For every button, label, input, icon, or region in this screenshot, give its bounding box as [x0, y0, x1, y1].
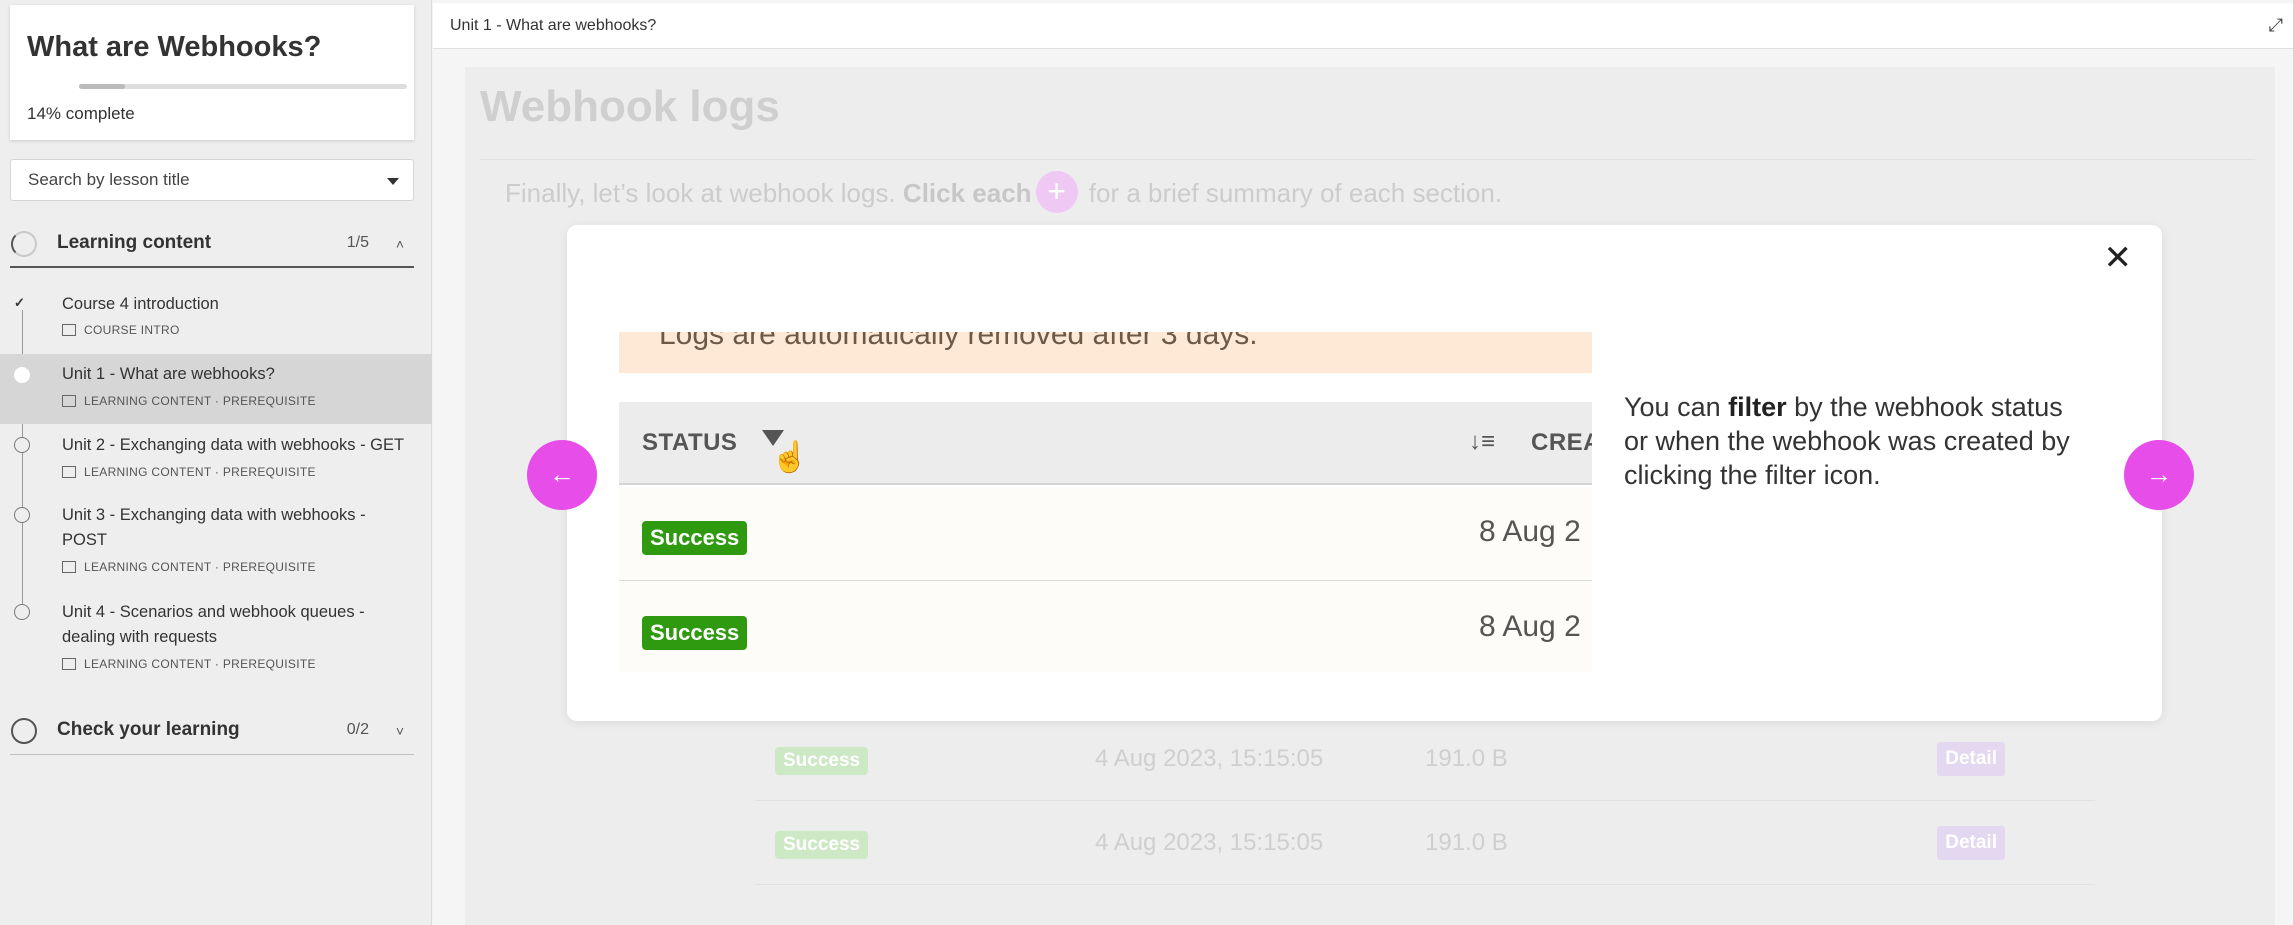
hand-cursor-icon: ☝: [771, 441, 809, 474]
intro-bold: Click each: [902, 177, 1032, 208]
lesson-meta-text: LEARNING CONTENT · PREREQUISITE: [84, 394, 316, 408]
lesson-node-icon: [14, 367, 30, 383]
expand-icon[interactable]: ⤢: [2269, 15, 2283, 36]
lesson-search-select[interactable]: Search by lesson title: [10, 159, 414, 201]
progress-suffix: complete: [61, 104, 135, 123]
row-size: 191.0 B: [1425, 745, 1508, 772]
chevron-up-icon[interactable]: ˄: [396, 236, 404, 252]
notice-text: Logs are automatically removed after 3 d…: [659, 332, 1258, 351]
progress-percent: 14%: [27, 104, 62, 123]
lesson-meta: LEARNING CONTENT · PREREQUISITE: [62, 560, 316, 574]
lesson-meta: LEARNING CONTENT · PREREQUISITE: [62, 657, 316, 671]
row-date: 4 Aug 2023, 15:15:05: [1095, 829, 1324, 856]
modal-description: You can filter by the webhook status or …: [1624, 390, 2084, 492]
caret-down-icon: [387, 178, 399, 185]
course-sidebar: What are Webhooks? 14% complete Search b…: [0, 0, 432, 925]
detail-button[interactable]: Detail: [1937, 742, 2005, 776]
lesson-search-placeholder: Search by lesson title: [28, 170, 190, 189]
lesson-item-unit-2[interactable]: Unit 2 - Exchanging data with webhooks -…: [0, 425, 432, 495]
section-label: Learning content: [57, 232, 212, 253]
section-label: Check your learning: [57, 719, 240, 740]
lesson-title: Unit 4 - Scenarios and webhook queues - …: [62, 603, 365, 646]
lesson-node-icon: [14, 507, 30, 523]
course-title: What are Webhooks?: [27, 31, 322, 63]
lesson-meta: COURSE INTRO: [62, 323, 180, 337]
section-learning-content[interactable]: Learning content 1/5 ˄: [10, 218, 414, 268]
close-icon[interactable]: ✕: [2104, 241, 2133, 275]
lesson-meta: LEARNING CONTENT · PREREQUISITE: [62, 394, 316, 408]
lesson-title: Unit 3 - Exchanging data with webhooks -…: [62, 506, 366, 549]
section-check-your-learning[interactable]: Check your learning 0/2 ˅: [10, 705, 414, 755]
chevron-down-icon[interactable]: ˅: [396, 723, 404, 739]
hotspot-modal: ✕ Logs are automatically removed after 3…: [567, 225, 2162, 721]
arrow-right-icon: →: [2146, 459, 2172, 489]
status-badge: Success: [775, 831, 869, 859]
lesson-meta-text: COURSE INTRO: [84, 323, 180, 337]
breadcrumb: Unit 1 - What are webhooks?: [450, 17, 657, 34]
lesson-item-unit-3[interactable]: Unit 3 - Exchanging data with webhooks -…: [0, 497, 432, 592]
previous-button[interactable]: ←: [527, 440, 597, 510]
background-log-table: Success 4 Aug 2023, 15:15:05 191.0 B Det…: [755, 717, 2095, 885]
status-badge: Success: [775, 747, 869, 775]
lesson-item-course-intro[interactable]: ✓ Course 4 introduction COURSE INTRO: [0, 285, 432, 345]
slides-icon: [62, 658, 76, 670]
intro-text: Finally, let’s look at webhook logs. Cli…: [505, 171, 1503, 213]
row-date: 4 Aug 2023, 15:15:05: [1095, 745, 1324, 772]
modal-text-pre: You can: [1624, 392, 1729, 422]
logs-screenshot: Logs are automatically removed after 3 d…: [619, 332, 1592, 672]
next-button[interactable]: →: [2124, 440, 2194, 510]
lesson-meta-text: LEARNING CONTENT · PREREQUISITE: [84, 657, 316, 671]
plus-icon: +: [1035, 171, 1078, 213]
row-size: 191.0 B: [1425, 829, 1508, 856]
sort-icon: ↓≡: [1469, 428, 1496, 455]
arrow-left-icon: ←: [549, 459, 575, 489]
section-count: 1/5: [346, 234, 369, 251]
lesson-meta-text: LEARNING CONTENT · PREREQUISITE: [84, 465, 316, 479]
status-badge: Success: [642, 521, 748, 555]
lesson-topbar: Unit 1 - What are webhooks? ⤢: [433, 3, 2293, 49]
course-card: What are Webhooks? 14% complete: [10, 5, 414, 140]
progress-text: 14% complete: [27, 104, 135, 124]
status-badge: Success: [642, 616, 748, 650]
col-created: CREA: [1531, 429, 1592, 456]
table-row: Success 8 Aug 2: [619, 582, 1592, 672]
modal-text-bold: filter: [1728, 392, 1787, 422]
lesson-meta: LEARNING CONTENT · PREREQUISITE: [62, 465, 316, 479]
table-header: STATUS ☝ ↓≡ CREA: [619, 402, 1592, 485]
col-status: STATUS: [642, 429, 738, 456]
slides-icon: [62, 395, 76, 407]
progress-fill: [79, 84, 125, 89]
lesson-node-icon: [14, 604, 30, 620]
progress-ring-icon: [11, 718, 37, 744]
lesson-item-unit-1[interactable]: Unit 1 - What are webhooks? LEARNING CON…: [0, 354, 432, 424]
table-row: Success 4 Aug 2023, 15:15:05 191.0 B Det…: [755, 801, 2095, 885]
lesson-title: Course 4 introduction: [62, 295, 219, 313]
lesson-node-icon: [14, 437, 30, 453]
detail-button[interactable]: Detail: [1937, 826, 2005, 860]
slides-icon: [62, 466, 76, 478]
progress-ring-icon: [11, 231, 37, 257]
table-row: Success 4 Aug 2023, 15:15:05 191.0 B Det…: [755, 717, 2095, 801]
row-date: 8 Aug 2: [1479, 610, 1581, 643]
divider: [480, 159, 2255, 160]
intro-pre: Finally, let’s look at webhook logs.: [505, 177, 903, 208]
table-row: Success 8 Aug 2: [619, 487, 1592, 581]
intro-post: for a brief summary of each section.: [1081, 177, 1503, 208]
lesson-title: Unit 2 - Exchanging data with webhooks -…: [62, 436, 405, 454]
document-icon: [62, 324, 76, 336]
check-icon: ✓: [14, 295, 25, 310]
section-count: 0/2: [346, 721, 369, 738]
slides-icon: [62, 561, 76, 573]
lesson-meta-text: LEARNING CONTENT · PREREQUISITE: [84, 560, 316, 574]
lesson-item-unit-4[interactable]: Unit 4 - Scenarios and webhook queues - …: [0, 594, 432, 689]
notice-banner: Logs are automatically removed after 3 d…: [619, 332, 1592, 373]
lesson-title: Unit 1 - What are webhooks?: [62, 365, 275, 383]
page-heading: Webhook logs: [480, 82, 780, 131]
row-date: 8 Aug 2: [1479, 515, 1581, 548]
progress-bar: [79, 84, 407, 89]
